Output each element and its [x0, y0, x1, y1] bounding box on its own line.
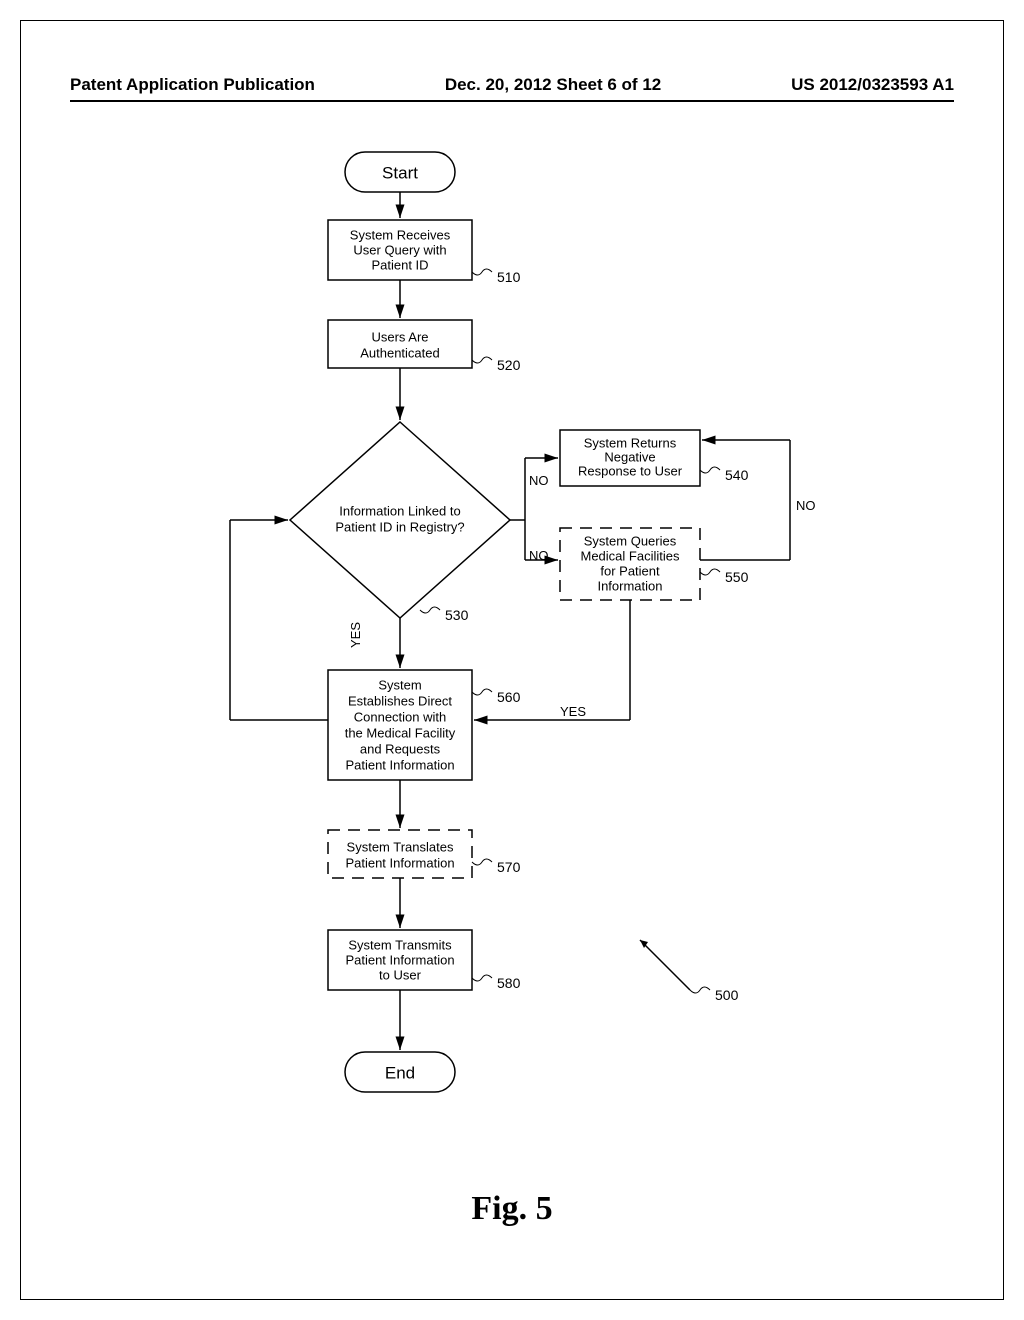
ref-500: 500	[715, 987, 739, 1003]
ref-hook-530	[420, 607, 440, 613]
header-right: US 2012/0323593 A1	[791, 75, 954, 95]
text-560-4: the Medical Facility	[345, 725, 456, 740]
label-yes-530: YES	[348, 622, 363, 648]
text-570-2: Patient Information	[345, 855, 454, 870]
ref-530: 530	[445, 607, 469, 623]
text-560-1: System	[378, 677, 421, 692]
ref-hook-500	[690, 987, 710, 993]
ref-hook-510	[472, 269, 492, 275]
text-510-1: System Receives	[350, 227, 451, 242]
ref-570: 570	[497, 859, 521, 875]
start-label: Start	[382, 163, 418, 182]
text-520-2: Authenticated	[360, 345, 440, 360]
text-550-4: Information	[597, 578, 662, 593]
text-520-1: Users Are	[371, 329, 428, 344]
ref-510: 510	[497, 269, 521, 285]
text-580-2: Patient Information	[345, 952, 454, 967]
text-580-1: System Transmits	[348, 937, 452, 952]
text-560-5: and Requests	[360, 741, 441, 756]
text-550-3: for Patient	[600, 563, 660, 578]
ref-580: 580	[497, 975, 521, 991]
header-left: Patent Application Publication	[70, 75, 315, 95]
text-540-3: Response to User	[578, 463, 683, 478]
ref-hook-570	[472, 859, 492, 865]
label-no-550: NO	[796, 498, 816, 513]
text-540-1: System Returns	[584, 435, 677, 450]
figure-label: Fig. 5	[0, 1190, 1024, 1228]
ref-520: 520	[497, 357, 521, 373]
text-560-6: Patient Information	[345, 757, 454, 772]
text-530-2: Patient ID in Registry?	[335, 519, 464, 534]
ref-500-line	[640, 940, 690, 990]
label-yes-550: YES	[560, 704, 586, 719]
ref-hook-560	[472, 689, 492, 695]
text-570-1: System Translates	[347, 839, 454, 854]
flowchart: Start System Receives User Query with Pa…	[0, 140, 1024, 1190]
ref-560: 560	[497, 689, 521, 705]
text-510-3: Patient ID	[371, 257, 428, 272]
text-550-2: Medical Facilities	[581, 548, 680, 563]
end-label: End	[385, 1063, 415, 1082]
text-530-1: Information Linked to	[339, 503, 460, 518]
page-header: Patent Application Publication Dec. 20, …	[70, 75, 954, 95]
ref-540: 540	[725, 467, 749, 483]
text-560-2: Establishes Direct	[348, 693, 452, 708]
text-560-3: Connection with	[354, 709, 447, 724]
ref-550: 550	[725, 569, 749, 585]
ref-hook-520	[472, 357, 492, 363]
text-550-1: System Queries	[584, 533, 677, 548]
ref-hook-580	[472, 975, 492, 981]
header-divider	[70, 100, 954, 102]
text-540-2: Negative	[604, 449, 655, 464]
ref-hook-550	[700, 569, 720, 575]
header-center: Dec. 20, 2012 Sheet 6 of 12	[445, 75, 661, 95]
text-580-3: to User	[379, 967, 422, 982]
label-no-upper: NO	[529, 473, 549, 488]
ref-hook-540	[700, 467, 720, 473]
text-510-2: User Query with	[353, 242, 446, 257]
